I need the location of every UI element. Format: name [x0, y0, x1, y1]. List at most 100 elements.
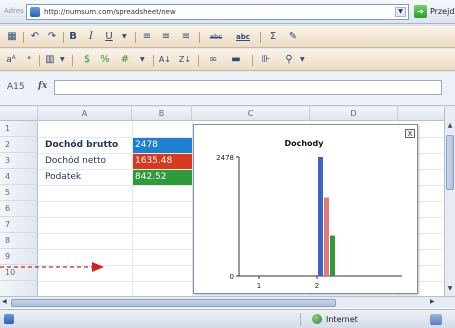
- internet-zone-icon: [312, 314, 322, 324]
- url-dropdown-arrow-icon[interactable]: ▼: [395, 7, 406, 17]
- row-header[interactable]: 5: [0, 185, 38, 201]
- cell-b3[interactable]: 1635.48: [133, 154, 192, 169]
- font-size-icon[interactable]: aᴬ: [3, 52, 19, 68]
- chart-window[interactable]: Dochody 2478 0 1 2 X: [193, 124, 418, 294]
- cell-b2[interactable]: 2478: [133, 138, 192, 153]
- scroll-down-icon[interactable]: ▼: [445, 284, 455, 294]
- filter-dropdown-icon[interactable]: ▼: [300, 56, 305, 63]
- status-bar: Internet: [0, 309, 455, 328]
- chart-bar-2: [324, 197, 329, 276]
- chart-title: Dochody: [284, 139, 324, 148]
- chart-icon[interactable]: ▥: [43, 52, 57, 68]
- row-header[interactable]: 4: [0, 169, 38, 185]
- go-button[interactable]: ➔ Przejdź: [414, 5, 455, 19]
- address-label: Adres: [4, 7, 24, 15]
- toolbar-separator: [135, 32, 136, 43]
- go-label: Przejdź: [430, 7, 455, 16]
- url-field[interactable]: http://numsum.com/spreadsheet/new ▼: [26, 4, 409, 20]
- bold-button[interactable]: B: [66, 29, 80, 45]
- underline-dropdown-icon[interactable]: ▼: [122, 33, 127, 40]
- formula-input[interactable]: [54, 80, 442, 95]
- row-header[interactable]: 1: [0, 121, 38, 137]
- toolbar-separator: [23, 32, 24, 43]
- data-toolbar: aᴬ ᵃ ▥ ▼ $ % # ▼ A↓ Z↓ ∞ ▬ ⊪ ⚲ ▼: [0, 49, 455, 71]
- align-left-icon[interactable]: ≡: [140, 29, 154, 45]
- row-header[interactable]: 8: [0, 233, 38, 249]
- sort-asc-icon[interactable]: A↓: [158, 52, 172, 68]
- row-header[interactable]: 6: [0, 201, 38, 217]
- currency-button[interactable]: $: [80, 52, 94, 68]
- image-icon[interactable]: ▬: [228, 52, 244, 68]
- horizontal-scrollbar[interactable]: ◀ ▶: [0, 296, 455, 308]
- corner-cell[interactable]: [0, 107, 38, 121]
- percent-button[interactable]: %: [98, 52, 112, 68]
- toolbar-separator: [39, 55, 40, 66]
- vertical-scroll-thumb[interactable]: [446, 135, 454, 190]
- vertical-scrollbar[interactable]: ▲ ▼: [444, 107, 455, 296]
- column-header-c[interactable]: C: [192, 107, 310, 121]
- underline-button[interactable]: U: [102, 29, 116, 45]
- toolbar-separator: [72, 55, 73, 66]
- toolbar-separator: [260, 32, 261, 43]
- formatting-toolbar: ▦ ↶ ↷ B I U ▼ ≡ ≡ ≡ abc abc Σ ✎: [0, 26, 455, 48]
- row-header[interactable]: 7: [0, 217, 38, 233]
- sum-button[interactable]: Σ: [266, 29, 280, 45]
- scroll-left-icon[interactable]: ◀: [2, 298, 7, 305]
- cell-a3[interactable]: Dochód netto: [45, 153, 106, 169]
- format-dropdown-icon[interactable]: ▼: [140, 56, 145, 63]
- grid-icon[interactable]: ▦: [5, 29, 19, 45]
- cell-reference[interactable]: A15: [7, 82, 25, 92]
- row-header[interactable]: 3: [0, 153, 38, 169]
- annotation-arrow-icon: [0, 262, 104, 272]
- align-center-icon[interactable]: ≡: [159, 29, 173, 45]
- column-header-d[interactable]: D: [310, 107, 398, 121]
- insert-column-icon[interactable]: ⊪: [258, 52, 274, 68]
- undo-icon[interactable]: ↶: [28, 29, 42, 45]
- chart-x-tick-label: 2: [315, 282, 319, 290]
- toolbar-separator: [199, 32, 200, 43]
- cell-b4[interactable]: 842.52: [133, 170, 192, 185]
- chart-y-tick-label: 2478: [216, 154, 234, 162]
- toolbar-separator: [63, 32, 64, 43]
- cell-a4[interactable]: Podatek: [45, 169, 81, 185]
- toolbar-separator: [252, 55, 253, 66]
- go-arrow-icon: ➔: [414, 5, 427, 18]
- chart-bar-3: [330, 235, 335, 276]
- chart-svg: Dochody 2478 0 1 2: [216, 139, 402, 290]
- resize-grip-icon[interactable]: [430, 314, 442, 325]
- chart-bars: [318, 157, 335, 276]
- toolbar-separator: [198, 55, 199, 66]
- column-headers: A B C D E: [0, 107, 455, 121]
- chart-close-button[interactable]: X: [405, 129, 415, 138]
- chart-dropdown-icon[interactable]: ▼: [60, 56, 65, 63]
- fx-label: fx: [38, 81, 48, 91]
- filter-icon[interactable]: ⚲: [282, 52, 296, 68]
- sort-desc-icon[interactable]: Z↓: [178, 52, 192, 68]
- chart-bar-1: [318, 157, 323, 276]
- horizontal-scroll-thumb[interactable]: [11, 299, 336, 307]
- formula-bar: A15 fx: [0, 72, 455, 106]
- cell-a2[interactable]: Dochód brutto: [45, 137, 118, 153]
- link-icon[interactable]: ∞: [205, 52, 221, 68]
- redo-icon[interactable]: ↷: [45, 29, 59, 45]
- toolbar-separator: [153, 55, 154, 66]
- italic-button[interactable]: I: [84, 29, 98, 45]
- abc-icon[interactable]: abc: [232, 29, 254, 45]
- status-separator: [300, 313, 301, 326]
- row-header[interactable]: 2: [0, 137, 38, 153]
- font-color-icon[interactable]: ᵃ: [22, 52, 36, 68]
- strikethrough-icon[interactable]: abc: [205, 29, 227, 45]
- column-header-b[interactable]: B: [132, 107, 192, 121]
- page-icon: [4, 314, 14, 324]
- chart-ticks: 2478 0 1 2: [216, 154, 319, 290]
- page-icon: [30, 7, 40, 17]
- scroll-up-icon[interactable]: ▲: [445, 121, 455, 131]
- brush-icon[interactable]: ✎: [286, 29, 300, 45]
- chart-y-tick-label: 0: [230, 273, 234, 281]
- url-text[interactable]: http://numsum.com/spreadsheet/new: [44, 8, 176, 16]
- align-right-icon[interactable]: ≡: [179, 29, 193, 45]
- scroll-right-icon[interactable]: ▶: [430, 298, 435, 305]
- column-header-a[interactable]: A: [38, 107, 132, 121]
- address-bar: Adres http://numsum.com/spreadsheet/new …: [0, 0, 455, 24]
- number-format-button[interactable]: #: [118, 52, 132, 68]
